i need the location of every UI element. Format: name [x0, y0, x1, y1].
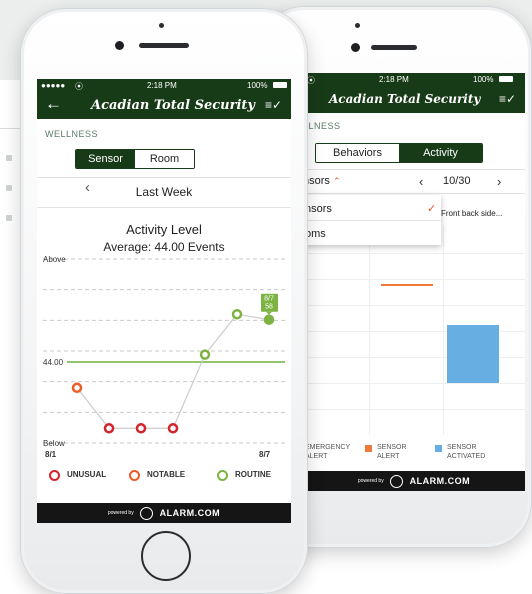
tooltip-pointer	[266, 311, 272, 315]
sensor-alert-bar	[381, 284, 433, 286]
x-end-label: 8/7	[259, 450, 271, 459]
divider	[303, 169, 525, 170]
status-battery: 100%	[473, 75, 494, 84]
back-legend: EMERGENCY ALERT SENSOR ALERT SENSOR ACTI…	[303, 443, 525, 467]
tab-sensor[interactable]: Sensor	[76, 150, 135, 168]
baseline-label: 44.00	[43, 358, 64, 367]
battery-icon	[499, 76, 513, 82]
pager-label: 10/30	[443, 175, 471, 187]
brand-logo: Acadian Total Security	[329, 92, 480, 106]
legend-routine: ROUTINE	[235, 470, 271, 479]
tooltip-date: 8/7	[264, 296, 274, 303]
checklist-icon[interactable]: ≡✓	[265, 98, 282, 112]
background-mark	[6, 155, 12, 161]
legend-emergency-alert: EMERGENCY ALERT	[305, 444, 350, 460]
camera-icon	[351, 43, 360, 52]
status-time: 2:18 PM	[379, 75, 409, 84]
divider	[37, 177, 291, 178]
menu-item-sensors[interactable]: nsors	[305, 203, 332, 215]
back-arrow-icon[interactable]: ←	[45, 94, 62, 114]
data-point-routine	[263, 314, 275, 325]
menu-item-rooms[interactable]: oms	[305, 228, 326, 240]
powered-by-text: powered by	[107, 510, 134, 516]
period-label: Last Week	[135, 185, 193, 199]
battery-icon	[273, 82, 287, 88]
tooltip-value: 58	[265, 304, 273, 311]
data-point-routine	[199, 349, 211, 360]
camera-icon	[115, 41, 124, 50]
legend-swatch	[435, 445, 442, 452]
chart-legend: UNUSUAL NOTABLE ROUTINE	[49, 469, 291, 483]
sensor-dot	[159, 23, 164, 28]
background-mark	[6, 185, 12, 191]
column-label: Front back side...	[441, 209, 503, 218]
legend-sensor-activated: SENSOR ACTIVATED	[447, 444, 486, 460]
brand-logo: Acadian Total Security	[91, 98, 255, 113]
chart-title: Activity Level	[126, 222, 202, 237]
check-icon: ✓	[427, 203, 437, 215]
divider	[37, 207, 291, 208]
tab-behaviors[interactable]: Behaviors	[316, 144, 399, 162]
activity-chart: AboveBelow44.008/7588/1 8/7	[43, 255, 285, 459]
speaker-grille	[139, 43, 189, 48]
checklist-icon[interactable]: ≡✓	[499, 92, 516, 106]
alarm-logo-icon	[140, 506, 154, 520]
divider	[303, 193, 525, 194]
section-label: WELLNESS	[45, 129, 99, 139]
legend-swatch-notable	[129, 470, 140, 481]
alarm-brand: ALARM.COM	[159, 508, 221, 518]
data-point-unusual	[135, 423, 147, 434]
tab-activity[interactable]: Activity	[399, 144, 482, 162]
wellness-segmented-control: Sensor Room	[75, 149, 195, 169]
legend-swatch-routine	[217, 470, 228, 481]
powered-by-text: powered by	[357, 478, 384, 484]
alarm-brand: ALARM.COM	[409, 476, 471, 486]
wifi-icon: ⦿	[75, 82, 83, 91]
next-arrow-icon[interactable]: ›	[497, 174, 501, 189]
chart-subtitle: Average: 44.00 Events	[103, 240, 225, 254]
data-point-routine	[231, 308, 243, 320]
legend-swatch-unusual	[49, 470, 60, 481]
front-phone: ●●●●● ⦿ 2:18 PM 100% ← Acadian Total Sec…	[20, 8, 308, 594]
footer-bar: powered by ALARM.COM	[37, 503, 291, 523]
legend-sensor-alert: SENSOR ALERT	[377, 444, 407, 460]
data-point-notable	[71, 382, 83, 394]
status-bar: ●●●●● ⦿ 2:18 PM 100%	[37, 79, 291, 93]
signal-icon: ●●●●●	[41, 81, 66, 90]
alarm-logo-icon	[390, 474, 404, 488]
back-screen: ⦿ 2:18 PM 100% Acadian Total Security ≡✓…	[303, 73, 525, 491]
back-segmented-control: Behaviors Activity	[315, 143, 483, 163]
data-point-unusual	[167, 423, 179, 434]
speaker-grille	[371, 45, 417, 50]
section-label: LLNESS	[303, 121, 341, 131]
brand-name: Acadian Total Security	[329, 92, 481, 106]
legend-notable: NOTABLE	[147, 470, 186, 479]
filter-menu: nsors ✓ oms	[303, 195, 441, 245]
status-bar: ⦿ 2:18 PM 100%	[303, 73, 525, 87]
wifi-icon: ⦿	[307, 76, 315, 85]
sensor-dot	[355, 23, 360, 28]
app-bar: ← Acadian Total Security ≡✓	[37, 93, 291, 119]
home-button[interactable]	[141, 531, 191, 581]
background-mark	[6, 215, 12, 221]
status-time: 2:18 PM	[147, 81, 177, 90]
prev-arrow-icon[interactable]: ‹	[419, 174, 423, 189]
legend-unusual: UNUSUAL	[67, 470, 107, 479]
data-point-unusual	[103, 423, 115, 434]
brand-name: Acadian Total Security	[91, 98, 255, 113]
sensor-activated-bar	[447, 325, 499, 383]
legend-swatch	[365, 445, 372, 452]
y-bottom-label: Below	[43, 439, 65, 448]
status-battery: 100%	[247, 81, 268, 90]
footer-bar: powered by ALARM.COM	[303, 471, 525, 491]
filter-dropdown[interactable]: nsors ⌃	[303, 175, 341, 187]
y-top-label: Above	[43, 255, 66, 264]
series-line	[76, 313, 270, 429]
x-start-label: 8/1	[45, 450, 57, 459]
tab-room[interactable]: Room	[135, 150, 194, 168]
app-bar: Acadian Total Security ≡✓	[303, 87, 525, 113]
chevron-up-icon: ⌃	[332, 176, 341, 186]
front-screen: ●●●●● ⦿ 2:18 PM 100% ← Acadian Total Sec…	[37, 79, 291, 523]
